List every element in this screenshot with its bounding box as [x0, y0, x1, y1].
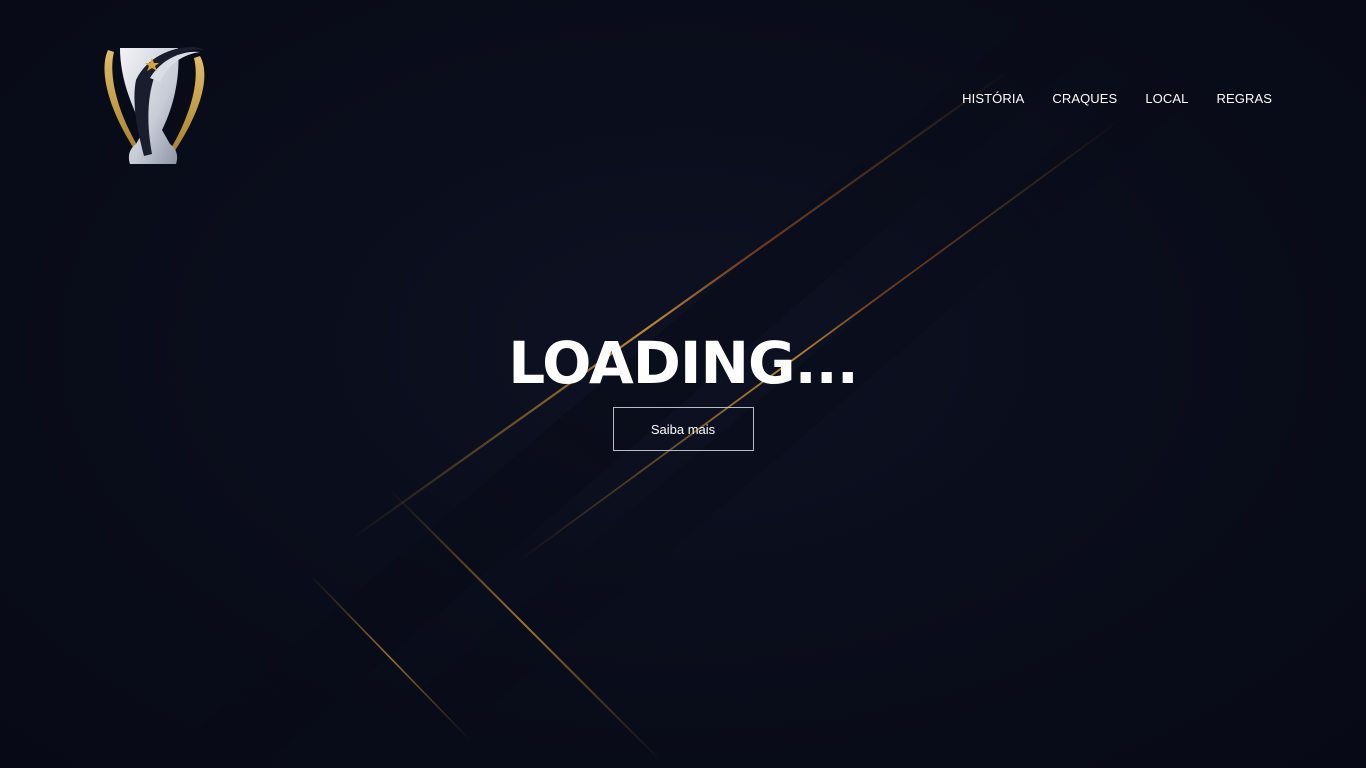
hero-title: LOADING...	[508, 329, 859, 397]
main-nav: HISTÓRIA CRAQUES LOCAL REGRAS	[962, 91, 1272, 106]
nav-item-local[interactable]: LOCAL	[1145, 91, 1188, 106]
saiba-mais-button[interactable]: Saiba mais	[612, 407, 754, 451]
nav-item-craques[interactable]: CRAQUES	[1052, 91, 1117, 106]
trophy-icon	[104, 47, 205, 164]
nav-item-historia[interactable]: HISTÓRIA	[962, 91, 1024, 106]
page: HISTÓRIA CRAQUES LOCAL REGRAS LOADING...…	[0, 0, 1366, 768]
hero-section: LOADING... Saiba mais	[0, 328, 1366, 451]
nav-item-regras[interactable]: REGRAS	[1216, 91, 1272, 106]
header: HISTÓRIA CRAQUES LOCAL REGRAS	[0, 0, 1366, 200]
trophy-logo[interactable]	[100, 42, 210, 168]
